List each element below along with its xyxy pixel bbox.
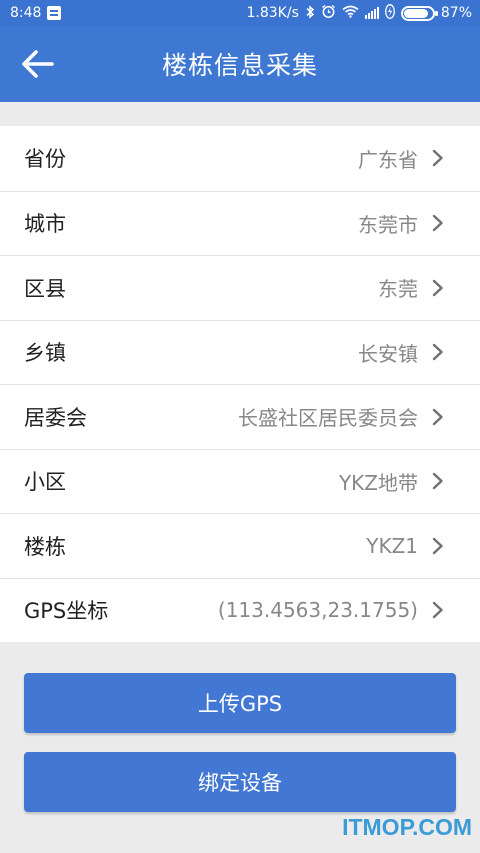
app-bar: 楼栋信息采集 (0, 26, 480, 102)
row-value-group: YKZ地带 (339, 467, 444, 496)
row-province[interactable]: 省份 广东省 (0, 126, 480, 191)
row-value: 东莞市 (358, 212, 418, 237)
row-building[interactable]: 楼栋 YKZ1 (0, 513, 480, 578)
row-value-group: 广东省 (358, 144, 444, 173)
row-value: 长安镇 (358, 341, 418, 366)
row-value: YKZ1 (366, 533, 418, 558)
row-value: 广东省 (358, 147, 418, 172)
notification-icon (47, 6, 62, 20)
row-value-group: (113.4563,23.1755) (218, 598, 444, 622)
bluetooth-icon (305, 4, 315, 22)
status-bar-right: 1.83K/s 87% (246, 4, 472, 22)
signal-icon (364, 7, 379, 19)
row-value: (113.4563,23.1755) (217, 598, 418, 623)
row-label: 乡镇 (24, 341, 66, 366)
row-district[interactable]: 区县 东莞 (0, 255, 480, 320)
chevron-right-icon (432, 150, 443, 167)
row-gps-coordinate[interactable]: GPS坐标 (113.4563,23.1755) (0, 577, 480, 643)
chevron-right-icon (432, 344, 443, 361)
wifi-icon (342, 5, 359, 21)
battery-percent: 87% (440, 5, 472, 21)
alarm-icon (321, 4, 336, 22)
chevron-right-icon (432, 279, 443, 296)
row-label: GPS坐标 (24, 599, 109, 624)
back-button[interactable] (18, 44, 58, 84)
info-list: 省份 广东省城市 东莞市区县 东莞乡镇 长安镇居委会 长盛社区居民委员会小区 YKZ地带楼栋… (0, 126, 480, 642)
row-label: 小区 (24, 470, 66, 495)
chevron-right-icon (432, 602, 443, 619)
row-label: 省份 (24, 147, 66, 172)
row-value: 长盛社区居民委员会 (238, 406, 418, 431)
status-time: 8:48 (10, 5, 42, 21)
page-title: 楼栋信息采集 (161, 51, 318, 80)
row-label: 区县 (24, 276, 66, 301)
chevron-right-icon (432, 537, 443, 554)
chevron-right-icon (432, 408, 443, 425)
upload-gps-button[interactable]: 上传GPS (24, 673, 456, 733)
row-label: 楼栋 (24, 534, 66, 559)
row-label: 居委会 (24, 405, 87, 430)
row-value-group: 东莞市 (358, 209, 444, 238)
row-value-group: 长盛社区居民委员会 (238, 402, 444, 431)
row-value-group: YKZ1 (366, 534, 444, 558)
bind-device-button[interactable]: 绑定设备 (24, 752, 456, 812)
watermark: ITMOP.COM (342, 814, 472, 840)
row-value: 东莞 (378, 277, 418, 302)
row-town[interactable]: 乡镇 长安镇 (0, 319, 480, 385)
row-committee[interactable]: 居委会 长盛社区居民委员会 (0, 384, 480, 449)
row-value: YKZ地带 (338, 470, 418, 495)
row-value-group: 东莞 (378, 273, 444, 302)
row-community[interactable]: 小区 YKZ地带 (0, 448, 480, 514)
status-bar: 8:48 1.83K/s 87% (0, 0, 480, 26)
chevron-right-icon (432, 215, 443, 232)
battery-icon (400, 5, 438, 21)
status-bar-left: 8:48 (10, 5, 62, 21)
row-city[interactable]: 城市 东莞市 (0, 190, 480, 256)
charging-icon (384, 4, 395, 22)
arrow-left-icon (22, 50, 54, 78)
row-value-group: 长安镇 (358, 338, 444, 367)
row-label: 城市 (24, 212, 66, 237)
chevron-right-icon (432, 473, 443, 490)
network-speed: 1.83K/s (246, 5, 299, 21)
